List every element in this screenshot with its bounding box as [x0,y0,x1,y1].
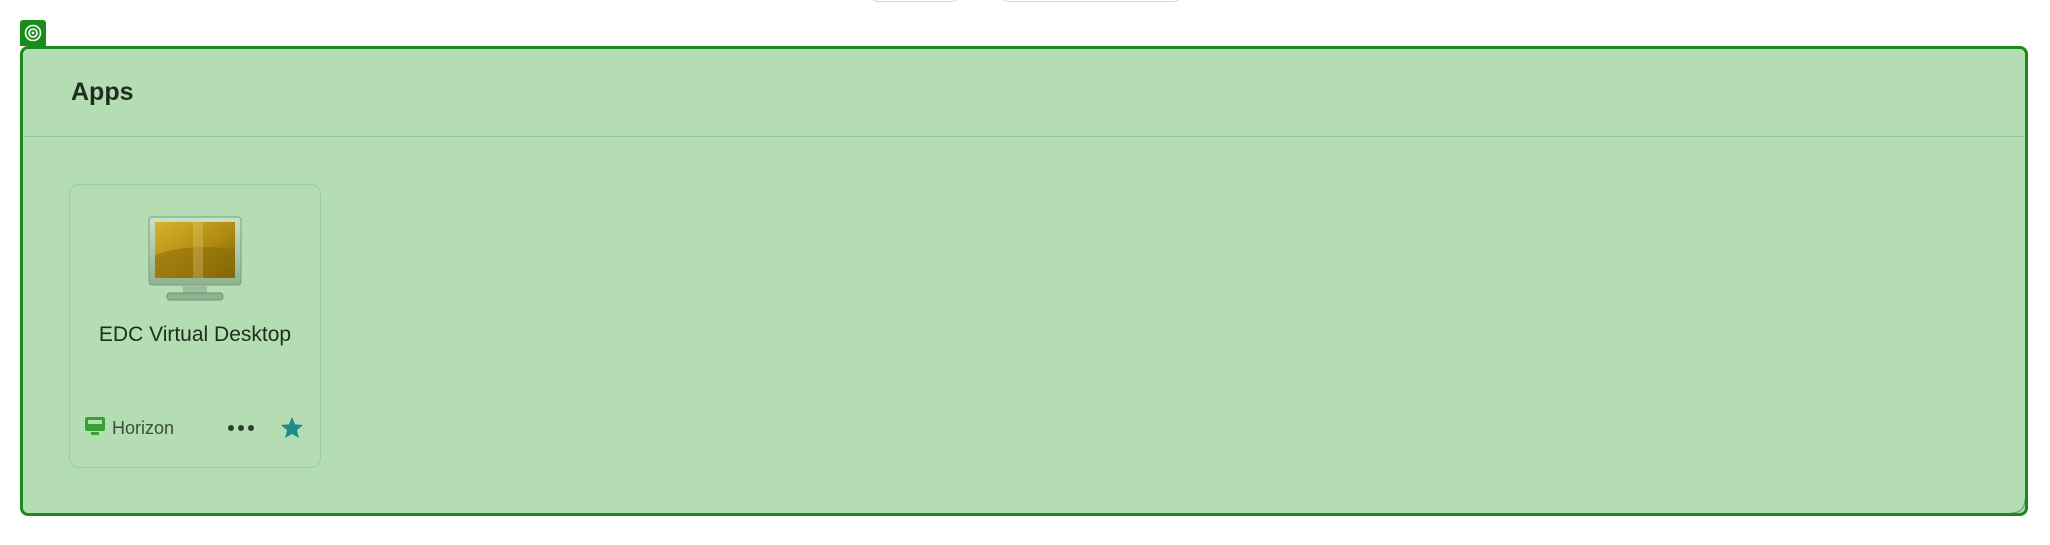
app-source-label: Horizon [112,417,175,438]
top-pill-left[interactable] [870,0,960,2]
app-card[interactable]: EDC Virtual Desktop Horizon [69,184,321,468]
apps-section: Apps EDC Virtual Desktop Horizon [20,46,2028,516]
app-card-footer: Horizon [84,413,306,443]
section-title: Apps [71,78,134,106]
more-options-button[interactable] [224,421,258,435]
monitor-desktop-icon [147,215,243,307]
top-pill-right[interactable] [1000,0,1182,2]
horizon-icon [84,416,106,441]
apps-section-header: Apps [23,49,2025,137]
focus-target-icon [20,20,46,46]
resize-corner-icon [2010,498,2025,513]
favorite-star-icon[interactable] [278,414,306,442]
app-source-badge: Horizon [84,416,174,441]
app-name: EDC Virtual Desktop [98,323,292,346]
